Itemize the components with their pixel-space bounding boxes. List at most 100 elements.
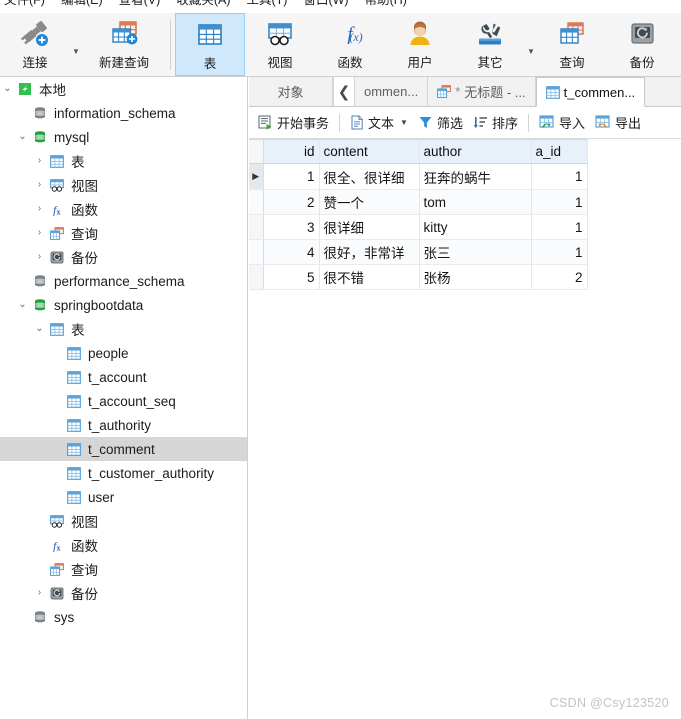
tab-untitled-query[interactable]: * 无标题 - ... xyxy=(428,77,536,106)
cell-a-id[interactable]: 2 xyxy=(531,264,588,290)
tree-node-mysql-backups[interactable]: › 备份 xyxy=(0,245,247,269)
column-header-author[interactable]: author xyxy=(419,139,532,164)
tree-node-table-t-account-seq[interactable]: t_account_seq xyxy=(0,389,247,413)
cell-id[interactable]: 2 xyxy=(263,189,320,215)
row-selector[interactable]: ▶ xyxy=(249,163,264,190)
chevron-down-icon[interactable]: ⌄ xyxy=(0,77,15,101)
cell-author[interactable]: 狂奔的蜗牛 xyxy=(419,163,532,190)
table-row[interactable]: 3 很详细 kitty 1 xyxy=(249,214,588,240)
menu-window[interactable]: 窗口(W) xyxy=(303,0,348,13)
cell-author[interactable]: tom xyxy=(419,189,532,215)
chevron-right-icon[interactable]: › xyxy=(32,581,47,605)
cell-content[interactable]: 很全、很详细 xyxy=(319,163,420,190)
tree-node-table-user[interactable]: user xyxy=(0,485,247,509)
tab-comment-partial[interactable]: ommen... xyxy=(355,77,429,106)
toolbar-function-button[interactable]: f (x) 函数 xyxy=(315,13,385,76)
tree-node-performance-schema[interactable]: › performance_schema xyxy=(0,269,247,293)
tree-node-table-t-authority[interactable]: t_authority xyxy=(0,413,247,437)
chevron-right-icon[interactable]: › xyxy=(32,245,47,269)
menu-file[interactable]: 文件(F) xyxy=(4,0,45,13)
toolbar-user-button[interactable]: 用户 xyxy=(385,13,455,76)
cell-id[interactable]: 4 xyxy=(263,239,320,265)
tree-node-springbootdata[interactable]: ⌄ springbootdata xyxy=(0,293,247,317)
begin-transaction-button[interactable]: 开始事务 xyxy=(253,110,334,136)
cell-a-id[interactable]: 1 xyxy=(531,239,588,265)
tree-node-table-t-customer-authority[interactable]: t_customer_authority xyxy=(0,461,247,485)
tree-node-table-people[interactable]: people xyxy=(0,341,247,365)
row-selector[interactable] xyxy=(249,239,264,265)
chevron-right-icon[interactable]: › xyxy=(32,197,47,221)
cell-content[interactable]: 很好，非常详 xyxy=(319,239,420,265)
table-row[interactable]: ▶ 1 很全、很详细 狂奔的蜗牛 1 xyxy=(249,163,588,190)
cell-content[interactable]: 很详细 xyxy=(319,214,420,240)
toolbar-other-button[interactable]: 其它 xyxy=(455,13,525,76)
tree-node-springbootdata-views[interactable]: 视图 xyxy=(0,509,247,533)
tree-node-table-t-account[interactable]: t_account xyxy=(0,365,247,389)
column-header-content[interactable]: content xyxy=(319,139,420,164)
chevron-right-icon[interactable]: › xyxy=(32,149,47,173)
chevron-down-icon[interactable]: ⌄ xyxy=(32,317,47,341)
table-row[interactable]: 5 很不错 张杨 2 xyxy=(249,264,588,290)
toolbar-query-button[interactable]: 查询 xyxy=(537,13,607,76)
menu-help[interactable]: 帮助(H) xyxy=(365,0,407,13)
tree-node-information-schema[interactable]: › information_schema xyxy=(0,101,247,125)
filter-button[interactable]: 筛选 xyxy=(413,110,468,136)
connection-dropdown-caret-icon[interactable]: ▼ xyxy=(70,33,82,56)
menu-edit[interactable]: 编辑(E) xyxy=(61,0,103,13)
cell-a-id[interactable]: 1 xyxy=(531,163,588,190)
cell-id[interactable]: 5 xyxy=(263,264,320,290)
cell-a-id[interactable]: 1 xyxy=(531,189,588,215)
text-dropdown-caret-icon[interactable]: ▼ xyxy=(398,118,408,127)
cell-a-id[interactable]: 1 xyxy=(531,214,588,240)
column-header-id[interactable]: id xyxy=(263,139,320,164)
import-button[interactable]: 导入 xyxy=(534,110,590,136)
tree-node-springbootdata-backups[interactable]: › 备份 xyxy=(0,581,247,605)
toolbar-connection-button[interactable]: 连接 xyxy=(0,13,70,76)
cell-author[interactable]: kitty xyxy=(419,214,532,240)
table-row[interactable]: 2 赞一个 tom 1 xyxy=(249,189,588,215)
toolbar-backup-button[interactable]: 备份 xyxy=(607,13,677,76)
cell-content[interactable]: 赞一个 xyxy=(319,189,420,215)
menu-view[interactable]: 查看(V) xyxy=(119,0,161,13)
cell-author[interactable]: 张三 xyxy=(419,239,532,265)
data-grid[interactable]: id content author a_id ▶ 1 很全、很详细 狂奔的蜗牛 … xyxy=(249,139,681,290)
tab-objects[interactable]: 对象 xyxy=(249,77,333,106)
toolbar-backup-label: 备份 xyxy=(629,56,655,70)
row-selector[interactable] xyxy=(249,214,264,240)
toolbar-view-button[interactable]: 视图 xyxy=(245,13,315,76)
cell-author[interactable]: 张杨 xyxy=(419,264,532,290)
tree-node-springbootdata-queries[interactable]: 查询 xyxy=(0,557,247,581)
cell-id[interactable]: 3 xyxy=(263,214,320,240)
row-selector[interactable] xyxy=(249,189,264,215)
tree-node-springbootdata-tables[interactable]: ⌄ 表 xyxy=(0,317,247,341)
menu-tools[interactable]: 工具(T) xyxy=(246,0,287,13)
object-tree-pane[interactable]: ⌄ 本地 › information_schema ⌄ mysql › xyxy=(0,77,248,719)
text-button[interactable]: 文本 ▼ xyxy=(345,110,413,136)
menu-favorites[interactable]: 收藏夹(A) xyxy=(176,0,230,13)
tree-node-mysql[interactable]: ⌄ mysql xyxy=(0,125,247,149)
toolbar-table-button[interactable]: 表 xyxy=(175,13,245,76)
sort-button[interactable]: 排序 xyxy=(468,110,523,136)
tree-node-springbootdata-functions[interactable]: fx 函数 xyxy=(0,533,247,557)
tree-node-table-t-comment[interactable]: t_comment xyxy=(0,437,247,461)
other-dropdown-caret-icon[interactable]: ▼ xyxy=(525,33,537,56)
tree-node-mysql-tables[interactable]: › 表 xyxy=(0,149,247,173)
cell-id[interactable]: 1 xyxy=(263,163,320,190)
chevron-down-icon[interactable]: ⌄ xyxy=(15,293,30,317)
tree-node-mysql-views[interactable]: › 视图 xyxy=(0,173,247,197)
tree-node-sys[interactable]: › sys xyxy=(0,605,247,629)
tab-scroll-left-button[interactable]: ❮ xyxy=(333,77,355,106)
column-header-a-id[interactable]: a_id xyxy=(531,139,588,164)
table-row[interactable]: 4 很好，非常详 张三 1 xyxy=(249,239,588,265)
chevron-right-icon[interactable]: › xyxy=(32,221,47,245)
chevron-down-icon[interactable]: ⌄ xyxy=(15,125,30,149)
chevron-right-icon[interactable]: › xyxy=(32,173,47,197)
tab-t-comment[interactable]: t_commen... xyxy=(535,77,646,107)
row-selector[interactable] xyxy=(249,264,264,290)
tree-node-mysql-functions[interactable]: › fx 函数 xyxy=(0,197,247,221)
toolbar-new-query-button[interactable]: 新建查询 xyxy=(82,13,166,76)
tree-node-mysql-queries[interactable]: › 查询 xyxy=(0,221,247,245)
tree-node-local[interactable]: ⌄ 本地 xyxy=(0,77,247,101)
cell-content[interactable]: 很不错 xyxy=(319,264,420,290)
export-button[interactable]: 导出 xyxy=(590,110,646,136)
